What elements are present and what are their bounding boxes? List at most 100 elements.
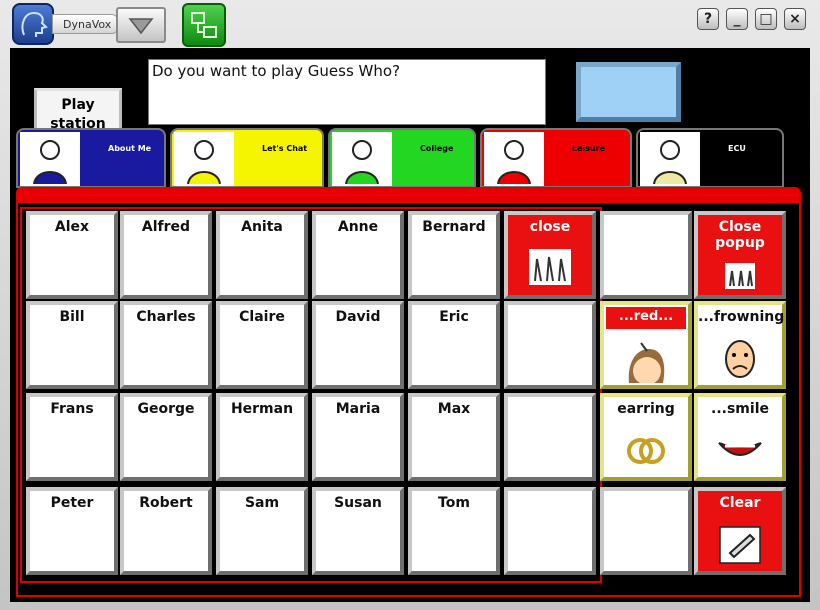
name-button-alex[interactable]: Alex xyxy=(26,211,118,299)
close-button[interactable]: close xyxy=(504,211,596,299)
dynavox-window: DynaVox ? _ □ × Play station Do you want… xyxy=(0,0,820,610)
cell-label: Clear xyxy=(719,495,761,511)
cell-label: Frans xyxy=(50,401,94,417)
cell-label: Bernard xyxy=(422,219,486,235)
cell-label: Eric xyxy=(439,309,469,325)
empty-popup-button[interactable] xyxy=(600,211,692,299)
name-button-max[interactable]: Max xyxy=(408,393,500,481)
name-button-sam[interactable]: Sam xyxy=(216,487,308,575)
red-hair-label: ...red... xyxy=(606,307,686,329)
tab-label: About Me xyxy=(108,144,152,153)
name-button-peter[interactable]: Peter xyxy=(26,487,118,575)
name-button-frans[interactable]: Frans xyxy=(26,393,118,481)
dynavox-logo[interactable]: DynaVox xyxy=(12,3,119,45)
cell-label: Charles xyxy=(136,309,196,325)
cell-label: Alex xyxy=(54,219,90,235)
red-hair-button[interactable]: ...red... xyxy=(600,301,692,389)
relax-icon xyxy=(640,132,700,186)
tab-label: ECU xyxy=(728,144,746,153)
cell-label: Robert xyxy=(139,495,193,511)
cell-label: Tom xyxy=(438,495,470,511)
name-button-maria[interactable]: Maria xyxy=(312,393,404,481)
name-button-charles[interactable]: Charles xyxy=(120,301,212,389)
close-popup-button[interactable]: Close popup xyxy=(694,211,786,299)
tab-college[interactable]: College xyxy=(328,128,476,188)
cell-label: Anne xyxy=(337,219,379,235)
close-window-button[interactable]: × xyxy=(784,8,806,30)
earring-icon xyxy=(627,438,665,464)
communication-page: Play station Do you want to play Guess W… xyxy=(10,48,810,602)
name-button-george[interactable]: George xyxy=(120,393,212,481)
name-button-david[interactable]: David xyxy=(312,301,404,389)
name-button-susan[interactable]: Susan xyxy=(312,487,404,575)
empty-button-1[interactable] xyxy=(504,301,596,389)
cell-label: earring xyxy=(617,401,675,417)
name-button-herman[interactable]: Herman xyxy=(216,393,308,481)
logo-text: DynaVox xyxy=(52,14,119,34)
eraser-pencil-icon xyxy=(719,526,761,564)
cell-label: Sam xyxy=(244,495,280,511)
cell-label: ...frowning xyxy=(698,309,785,325)
name-button-tom[interactable]: Tom xyxy=(408,487,500,575)
earring-button[interactable]: earring xyxy=(600,393,692,481)
name-button-robert[interactable]: Robert xyxy=(120,487,212,575)
help-button[interactable]: ? xyxy=(697,8,719,30)
tab-label: Leisure xyxy=(572,144,606,153)
cell-label: close xyxy=(529,219,571,235)
play-button-line1: Play xyxy=(61,97,95,113)
cell-label: Max xyxy=(437,401,471,417)
tab-ecu[interactable]: ECU xyxy=(636,128,784,188)
play-station-button[interactable]: Play station xyxy=(34,88,122,132)
cell-label: David xyxy=(335,309,381,325)
tab-label: Let's Chat xyxy=(262,144,308,153)
person-icon xyxy=(20,132,80,186)
tab-let-s-chat[interactable]: Let's Chat xyxy=(170,128,324,188)
name-button-anne[interactable]: Anne xyxy=(312,211,404,299)
tab-about-me[interactable]: About Me xyxy=(16,128,166,188)
cell-label: Bill xyxy=(59,309,85,325)
cell-label: George xyxy=(137,401,195,417)
maximize-button[interactable]: □ xyxy=(755,8,777,30)
empty-popup-button-2[interactable] xyxy=(600,487,692,575)
red-hair-face-icon xyxy=(628,342,665,383)
cell-label: Close popup xyxy=(715,219,765,251)
minimize-button[interactable]: _ xyxy=(726,8,748,30)
smile-button[interactable]: ...smile xyxy=(694,393,786,481)
cell-label: ...smile xyxy=(711,401,769,417)
cell-label: Claire xyxy=(239,309,285,325)
cell-label: Anita xyxy=(241,219,283,235)
panel-header-bar xyxy=(18,189,799,203)
name-button-alfred[interactable]: Alfred xyxy=(120,211,212,299)
name-button-anita[interactable]: Anita xyxy=(216,211,308,299)
cell-label: Susan xyxy=(334,495,382,511)
guess-who-panel: Alex Alfred Anita Anne Bernard Bill Charles Cla… xyxy=(16,187,801,597)
people-group-icon xyxy=(529,249,571,285)
sports-icon xyxy=(484,132,544,186)
empty-button-2[interactable] xyxy=(504,393,596,481)
people-group-icon xyxy=(725,263,755,289)
frowning-face-icon xyxy=(725,340,755,378)
title-bar: DynaVox ? _ □ × xyxy=(0,0,820,48)
head-profile-icon xyxy=(12,3,54,45)
dropdown-menu-button[interactable] xyxy=(116,7,166,43)
cell-label: Maria xyxy=(335,401,381,417)
clear-button[interactable]: Clear xyxy=(694,487,786,575)
cell-label: Alfred xyxy=(141,219,191,235)
empty-button-3[interactable] xyxy=(504,487,596,575)
smile-mouth-icon xyxy=(718,442,762,456)
name-button-bill[interactable]: Bill xyxy=(26,301,118,389)
triangle-down-icon xyxy=(128,18,154,35)
tab-leisure[interactable]: Leisure xyxy=(480,128,632,188)
blank-blue-button[interactable] xyxy=(576,62,681,122)
name-button-eric[interactable]: Eric xyxy=(408,301,500,389)
math-book-icon xyxy=(332,132,392,186)
cell-label: Herman xyxy=(230,401,294,417)
frowning-button[interactable]: ...frowning xyxy=(694,301,786,389)
people-chat-icon xyxy=(174,132,234,186)
name-button-claire[interactable]: Claire xyxy=(216,301,308,389)
cell-label: Peter xyxy=(50,495,94,511)
name-button-bernard[interactable]: Bernard xyxy=(408,211,500,299)
tab-label: College xyxy=(420,144,454,153)
page-navigator-button[interactable] xyxy=(182,3,226,47)
message-window[interactable]: Do you want to play Guess Who? xyxy=(148,59,546,125)
